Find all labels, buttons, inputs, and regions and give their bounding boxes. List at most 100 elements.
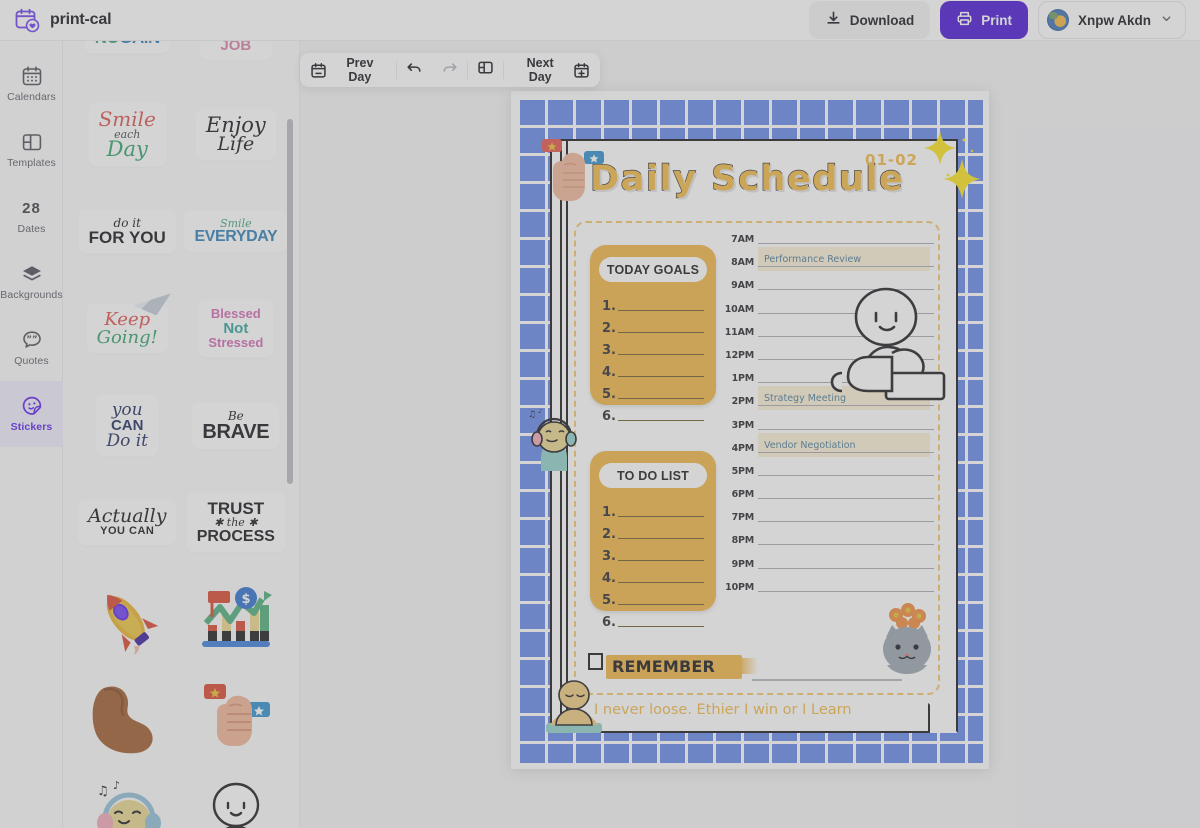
sticker-blessed-not-stressed[interactable]: Blessed Not Stressed: [185, 280, 286, 377]
hour-rule: [758, 335, 934, 337]
hour-label: 8PM: [731, 535, 755, 547]
hour-label: 11AM: [724, 326, 754, 338]
goal-line[interactable]: 6.: [602, 401, 704, 423]
today-goals-box[interactable]: TODAY GOALS 1. 2. 3. 4. 5. 6.: [590, 245, 716, 423]
todo-list-box[interactable]: TO DO LIST 1. 2. 3. 4. 5. 6.: [590, 451, 716, 629]
hour-rule: [758, 266, 934, 268]
goal-line[interactable]: 4.: [602, 357, 704, 379]
write-rule: [617, 331, 704, 333]
print-button[interactable]: Print: [940, 1, 1028, 39]
hour-rule: [758, 544, 934, 546]
sidebar-item-label: Backgrounds: [0, 289, 63, 301]
hour-label: 9AM: [731, 280, 754, 292]
page-date[interactable]: 01-02: [865, 151, 918, 169]
svg-text:♫: ♫: [97, 784, 109, 799]
write-rule: [617, 603, 704, 605]
todo-list-lines: 1. 2. 3. 4. 5. 6.: [590, 488, 716, 629]
remember-write-rule[interactable]: [752, 679, 902, 681]
calendar-heart-icon: [14, 7, 40, 33]
remember-label: REMEMBER: [612, 657, 716, 676]
todo-line[interactable]: 3.: [602, 541, 704, 563]
sticker-panel-scrollbar[interactable]: [285, 41, 295, 828]
goal-line[interactable]: 2.: [602, 313, 704, 335]
download-button[interactable]: Download: [808, 1, 931, 39]
undo-arrow-icon: [406, 59, 423, 81]
hour-label: 9PM: [731, 558, 755, 570]
sticker-smile-each-day[interactable]: Smile each Day: [79, 86, 175, 183]
todo-line[interactable]: 1.: [602, 497, 704, 519]
sticker-no-gain[interactable]: NOGAIN: [79, 41, 175, 86]
sidebar-item-quotes[interactable]: ”” Quotes: [0, 315, 63, 381]
quote-bubble-icon: ””: [21, 329, 43, 351]
write-rule: [617, 309, 704, 311]
sidebar-item-stickers[interactable]: Stickers: [0, 381, 63, 447]
hour-rule: [758, 590, 934, 592]
write-rule: [617, 397, 704, 399]
next-day-button[interactable]: Next Day: [504, 53, 600, 87]
sticker-rocket[interactable]: [79, 571, 175, 668]
prev-day-button[interactable]: Prev Day: [300, 53, 396, 87]
sticker-actually-you-can[interactable]: Actually YOU CAN: [79, 474, 176, 571]
hour-label: 7AM: [731, 234, 754, 245]
write-rule: [617, 515, 704, 517]
sidebar-item-label: Stickers: [10, 421, 53, 433]
goal-line[interactable]: 1.: [602, 291, 704, 313]
hour-rule: [758, 243, 934, 244]
sticker-enjoy-life[interactable]: Enjoy Life: [185, 86, 286, 183]
sidebar-item-backgrounds[interactable]: Backgrounds: [0, 249, 63, 315]
goal-line[interactable]: 5.: [602, 379, 704, 401]
redo-button[interactable]: [432, 53, 467, 87]
side-panel-button[interactable]: [468, 53, 503, 87]
checkbox-icon[interactable]: [588, 653, 603, 670]
page-quote[interactable]: I never loose. Ethier I win or I Learn: [594, 698, 916, 722]
user-name: Xnpw Akdn: [1078, 12, 1151, 28]
schedule-row[interactable]: 10PM: [720, 582, 934, 610]
sticker-person-figure[interactable]: [185, 765, 286, 828]
hour-label: 4PM: [731, 442, 755, 454]
write-rule: [617, 353, 704, 355]
sticker-be-brave[interactable]: Be BRAVE: [185, 377, 286, 474]
sticker-flexed-bicep[interactable]: [79, 668, 175, 765]
chevron-down-icon: [1160, 12, 1173, 28]
user-menu-button[interactable]: Xnpw Akdn: [1038, 1, 1186, 39]
sticker-smile-everyday[interactable]: Smile EVERYDAY: [185, 183, 287, 280]
sidebar-item-label: Quotes: [14, 355, 49, 367]
todo-line[interactable]: 6.: [602, 607, 704, 629]
sticker-trust-the-process[interactable]: TRUST ✱ the ✱ PROCESS: [185, 474, 286, 571]
sticker-raised-fist[interactable]: [185, 668, 286, 765]
hour-label: 10PM: [725, 581, 754, 593]
scrollbar-thumb[interactable]: [287, 119, 293, 484]
write-rule: [617, 375, 704, 377]
sticker-growth-chart[interactable]: $: [185, 571, 286, 668]
remember-section[interactable]: REMEMBER: [588, 653, 902, 689]
sticker-keep-going[interactable]: Keep Going!: [79, 280, 175, 377]
sticker-panel-scroll[interactable]: NOGAIN GREAT JOB Smile each Day: [63, 41, 299, 828]
page-title[interactable]: Daily Schedule: [589, 158, 904, 199]
sticker-great-job[interactable]: GREAT JOB: [185, 41, 286, 86]
sticker-you-can-do-it[interactable]: you CAN Do it: [79, 377, 175, 474]
todo-line[interactable]: 4.: [602, 563, 704, 585]
canvas-area[interactable]: Daily Schedule 01-02 TODAY GOALS 1. 2. 3…: [300, 41, 1200, 828]
undo-button[interactable]: [397, 53, 432, 87]
calendar-icon: [21, 65, 43, 87]
download-icon: [825, 10, 842, 30]
printable-page[interactable]: Daily Schedule 01-02 TODAY GOALS 1. 2. 3…: [511, 91, 989, 769]
brand[interactable]: print-cal: [0, 7, 112, 33]
write-rule: [617, 559, 704, 561]
sidebar-item-templates[interactable]: Templates: [0, 117, 63, 183]
sticker-person-headphones[interactable]: ♫ ♪: [79, 765, 175, 828]
sidebar-item-calendars[interactable]: Calendars: [0, 51, 63, 117]
todo-list-heading: TO DO LIST: [599, 463, 707, 488]
sidebar-item-dates[interactable]: 28 Dates: [0, 183, 63, 249]
top-bar-actions: Download Print Xnpw Akdn: [808, 1, 1200, 39]
hour-rule: [758, 312, 934, 314]
hour-rule: [758, 451, 934, 453]
todo-line[interactable]: 5.: [602, 585, 704, 607]
sticker-do-it-for-you[interactable]: do it FOR YOU: [79, 183, 175, 280]
svg-text:””: ””: [26, 335, 37, 345]
todo-line[interactable]: 2.: [602, 519, 704, 541]
hour-label: 10AM: [724, 303, 754, 315]
spine-line-inner: [566, 141, 568, 731]
goal-line[interactable]: 3.: [602, 335, 704, 357]
hour-rule: [758, 498, 934, 500]
